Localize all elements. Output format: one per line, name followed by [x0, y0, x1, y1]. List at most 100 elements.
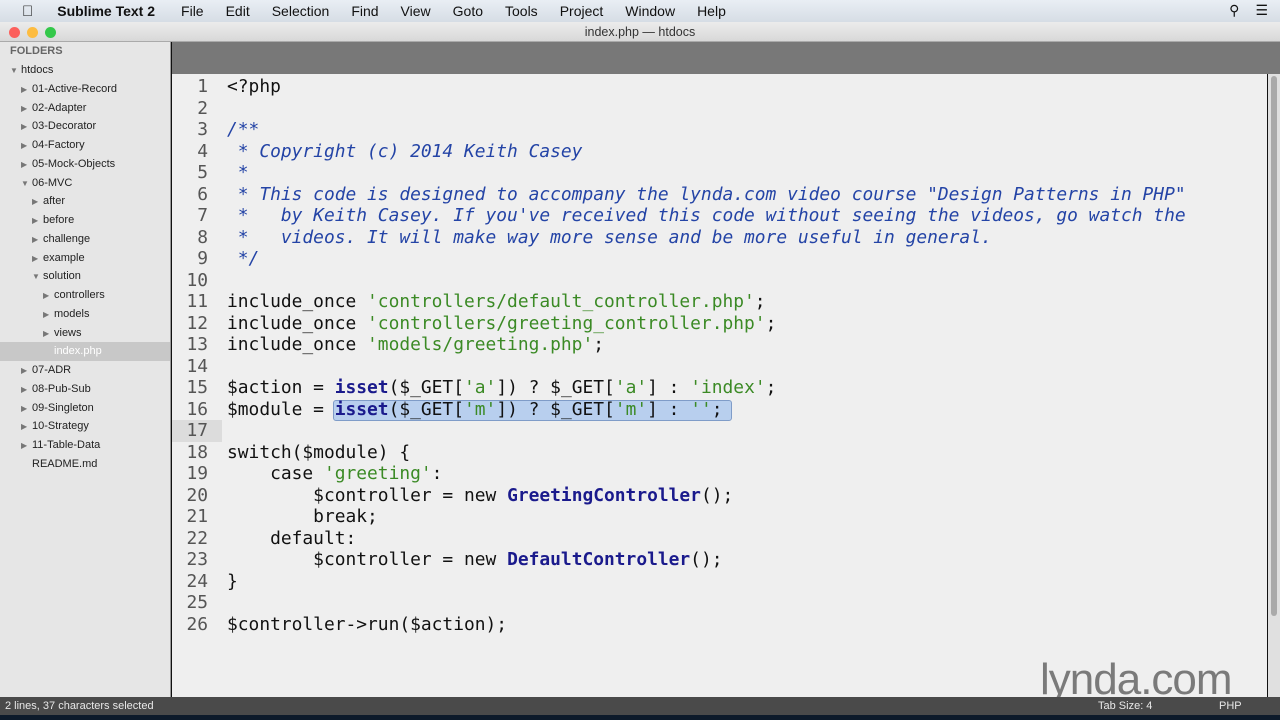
sidebar-item[interactable]: ▶ 08-Pub-Sub	[0, 380, 170, 399]
code-token: switch($module) {	[227, 441, 411, 463]
code-token: 'controllers/greeting_controller.php'	[367, 312, 766, 334]
minimize-button[interactable]	[27, 27, 38, 38]
sidebar-item[interactable]: ▼ htdocs	[0, 61, 170, 80]
sidebar-item[interactable]: index.php	[0, 342, 170, 361]
syntax-mode[interactable]: PHP	[1219, 697, 1242, 715]
line-number: 19	[186, 463, 208, 485]
disclosure-closed-icon[interactable]: ▶	[21, 437, 32, 456]
menu-project[interactable]: Project	[560, 3, 604, 19]
sidebar-item[interactable]: ▶ 04-Factory	[0, 136, 170, 155]
code-token: */	[227, 248, 260, 270]
disclosure-open-icon[interactable]: ▼	[21, 175, 32, 194]
disclosure-open-icon[interactable]: ▼	[32, 268, 43, 287]
menu-view[interactable]: View	[401, 3, 431, 19]
sidebar-item[interactable]: ▶ 02-Adapter	[0, 99, 170, 118]
code-token: $controller = new	[227, 484, 508, 506]
disclosure-closed-icon[interactable]: ▶	[21, 81, 32, 100]
sidebar-item[interactable]: ▶ 07-ADR	[0, 361, 170, 380]
disclosure-closed-icon[interactable]: ▶	[32, 231, 43, 250]
sidebar-item[interactable]: ▶ 03-Decorator	[0, 117, 170, 136]
sidebar-item[interactable]: ▶ 11-Table-Data	[0, 436, 170, 455]
tab-size[interactable]: Tab Size: 4	[1098, 697, 1152, 715]
apple-icon[interactable]: 	[22, 3, 33, 20]
sidebar-item[interactable]: ▶ 10-Strategy	[0, 417, 170, 436]
code-token: include_once	[227, 334, 368, 356]
sidebar-item-label: 01-Active-Record	[32, 82, 117, 95]
disclosure-closed-icon[interactable]: ▶	[32, 212, 43, 231]
line-number: 12	[186, 312, 208, 334]
disclosure-closed-icon[interactable]: ▶	[43, 287, 54, 306]
code-token: isset	[334, 377, 389, 399]
sidebar-item[interactable]: ▶ 09-Singleton	[0, 399, 170, 418]
search-icon[interactable]: ⚲	[1229, 2, 1239, 19]
menu-app[interactable]: Sublime Text 2	[57, 3, 155, 19]
scrollbar[interactable]	[1268, 74, 1280, 697]
code-line: * by Keith Casey. If you've received thi…	[227, 205, 1186, 227]
sidebar-item[interactable]: ▶ 01-Active-Record	[0, 80, 170, 99]
sidebar-item[interactable]: ▶ challenge	[0, 230, 170, 249]
code-token: $module =	[227, 398, 335, 420]
disclosure-open-icon[interactable]: ▼	[10, 62, 21, 81]
code-token: include_once	[227, 291, 368, 313]
window-title: index.php — htdocs	[584, 25, 696, 39]
disclosure-closed-icon[interactable]: ▶	[21, 381, 32, 400]
disclosure-closed-icon[interactable]: ▶	[21, 418, 32, 437]
sidebar-item[interactable]: ▶ example	[0, 249, 170, 268]
sidebar-item[interactable]: ▼ solution	[0, 267, 170, 286]
sidebar-item[interactable]: ▶ views	[0, 324, 170, 343]
sidebar-item-label: 07-ADR	[32, 364, 72, 376]
sidebar-item[interactable]: ▶ before	[0, 211, 170, 230]
menu-find[interactable]: Find	[351, 3, 378, 19]
sidebar-item-label: README.md	[32, 457, 98, 470]
sidebar-item-label: 11-Table-Data	[32, 439, 101, 451]
sidebar-item-label: 05-Mock-Objects	[32, 157, 116, 170]
close-button[interactable]	[9, 27, 20, 38]
zoom-button[interactable]	[45, 27, 56, 38]
code-token: * by Keith Casey. If you've received thi…	[227, 205, 1186, 227]
code-token: ($_GET[	[388, 398, 464, 420]
code-token: ''	[690, 398, 712, 420]
menu-selection[interactable]: Selection	[272, 3, 330, 19]
disclosure-closed-icon[interactable]: ▶	[21, 137, 32, 156]
disclosure-closed-icon[interactable]: ▶	[21, 362, 32, 381]
menu-tools[interactable]: Tools	[505, 3, 538, 19]
line-number: 4	[197, 140, 208, 162]
menu-file[interactable]: File	[181, 3, 204, 19]
disclosure-closed-icon[interactable]: ▶	[43, 306, 54, 325]
line-number: 17	[172, 420, 222, 442]
disclosure-closed-icon[interactable]: ▶	[32, 250, 43, 269]
line-number: 14	[186, 355, 208, 377]
code-token: ] :	[647, 377, 691, 399]
code-token: 'a'	[463, 377, 497, 399]
disclosure-closed-icon[interactable]: ▶	[21, 118, 32, 137]
folders-header: FOLDERS	[10, 45, 63, 57]
code-token: /**	[227, 119, 260, 141]
scroll-thumb[interactable]	[1271, 76, 1277, 616]
menu-edit[interactable]: Edit	[226, 3, 250, 19]
sidebar-item[interactable]: ▶ models	[0, 305, 170, 324]
code-token: ;	[593, 334, 605, 356]
sidebar-item-label: 09-Singleton	[32, 401, 94, 414]
line-number: 15	[186, 377, 208, 399]
code-token: * videos. It will make way more sense an…	[227, 226, 992, 248]
sidebar-item[interactable]: ▶ after	[0, 192, 170, 211]
line-number: 16	[186, 398, 208, 420]
code-editor[interactable]: 1 <?php 2 3 /** 4 * Copyright (c) 2014 Keith …	[172, 74, 1267, 697]
menu-help[interactable]: Help	[697, 3, 726, 19]
code-token: ]) ? $_GET[	[496, 398, 615, 420]
sidebar-item[interactable]: README.md	[0, 455, 170, 474]
sidebar-item[interactable]: ▶ 05-Mock-Objects	[0, 155, 170, 174]
sidebar-item[interactable]: ▼ 06-MVC	[0, 174, 170, 193]
code-line: $action = isset($_GET['a']) ? $_GET['a']…	[227, 377, 776, 399]
list-icon[interactable]: ☰	[1255, 2, 1268, 19]
disclosure-closed-icon[interactable]: ▶	[21, 156, 32, 175]
disclosure-closed-icon[interactable]: ▶	[32, 193, 43, 212]
disclosure-closed-icon[interactable]: ▶	[43, 325, 54, 344]
sidebar-item[interactable]: ▶ controllers	[0, 286, 170, 305]
disclosure-closed-icon[interactable]: ▶	[21, 400, 32, 419]
code-line: break;	[227, 506, 378, 528]
menu-goto[interactable]: Goto	[453, 3, 483, 19]
disclosure-closed-icon[interactable]: ▶	[21, 100, 32, 119]
code-token: 'index'	[690, 377, 766, 399]
menu-window[interactable]: Window	[625, 3, 675, 19]
